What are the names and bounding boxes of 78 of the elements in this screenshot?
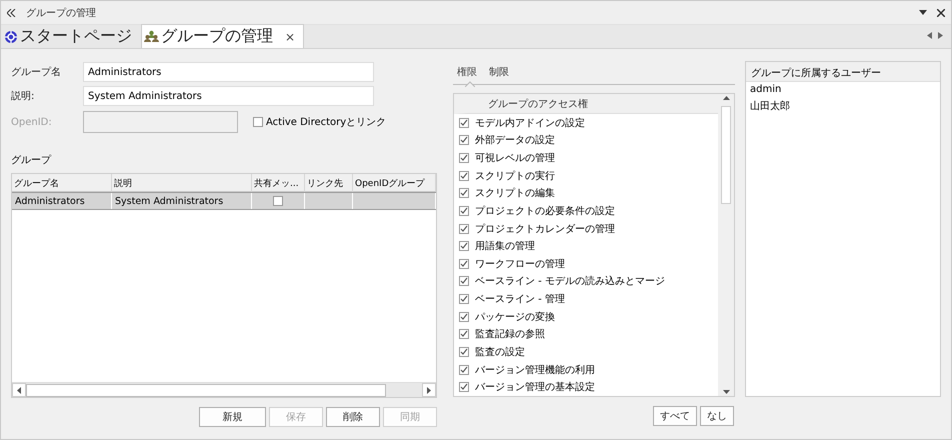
- checkbox[interactable]: [459, 312, 469, 322]
- checkbox[interactable]: [459, 206, 469, 216]
- permission-label: ワークフローの管理: [475, 258, 565, 271]
- action-button[interactable]: 新規: [199, 407, 266, 427]
- column-header[interactable]: グループ名: [12, 174, 112, 192]
- permission-label: 監査の設定: [475, 346, 525, 359]
- scroll-up-icon[interactable]: [722, 96, 730, 100]
- scroll-right-icon[interactable]: [422, 383, 436, 397]
- permission-label: スクリプトの編集: [475, 186, 555, 200]
- close-icon[interactable]: [937, 8, 945, 16]
- close-tab-icon[interactable]: ×: [285, 30, 296, 44]
- checkbox[interactable]: [459, 118, 469, 128]
- checkbox[interactable]: [459, 276, 469, 286]
- permission-label: ベースライン - モデルの読み込みとマージ: [475, 274, 665, 288]
- checkbox[interactable]: [459, 346, 469, 357]
- scroll-right-icon[interactable]: [938, 32, 943, 39]
- checkbox[interactable]: [459, 135, 469, 146]
- permission-label: プロジェクトカレンダーの管理: [475, 222, 615, 236]
- scrollbar-thumb[interactable]: [26, 384, 386, 396]
- action-button[interactable]: なし: [700, 406, 734, 426]
- tab-label: スタートページ: [20, 26, 132, 47]
- tab[interactable]: 制限: [489, 63, 509, 85]
- tab[interactable]: 権限: [457, 63, 477, 85]
- field-label: グループ名: [11, 66, 62, 79]
- permission-label: 可視レベルの管理: [475, 152, 555, 166]
- action-button[interactable]: すべて: [653, 406, 697, 426]
- permission-label: パッケージの変換: [475, 310, 555, 324]
- column-header[interactable]: OpenIDグループ: [353, 174, 436, 192]
- permission-label: バージョン管理機能の利用: [475, 364, 595, 377]
- column-header[interactable]: リンク先: [305, 174, 353, 192]
- document-tab[interactable]: グループの管理 ×: [141, 24, 304, 48]
- checkbox[interactable]: [273, 196, 283, 206]
- scrollbar-thumb[interactable]: [721, 106, 731, 204]
- dropdown-icon[interactable]: [919, 10, 927, 16]
- permission-label: スクリプトの実行: [475, 170, 555, 183]
- table-cell: Administrators: [12, 193, 112, 209]
- permission-label: 監査記録の参照: [475, 328, 545, 342]
- scroll-left-icon[interactable]: [927, 32, 932, 39]
- collapse-icon[interactable]: [7, 8, 16, 16]
- checkbox[interactable]: [459, 258, 469, 269]
- field-label: 説明:: [11, 90, 36, 103]
- permission-label: モデル内アドインの設定: [475, 116, 585, 130]
- member-item[interactable]: 山田太郎: [746, 97, 940, 115]
- permission-label: ベースライン - 管理: [475, 293, 565, 306]
- checkbox[interactable]: [459, 188, 469, 198]
- section-label: グループ: [11, 154, 52, 167]
- permission-label: プロジェクトの必要条件の設定: [475, 204, 615, 218]
- description-field[interactable]: System Administrators: [83, 86, 374, 106]
- checkbox[interactable]: [459, 241, 469, 252]
- permission-label: 用語集の管理: [475, 240, 535, 254]
- group-name-field[interactable]: Administrators: [83, 62, 374, 82]
- scroll-left-icon[interactable]: [12, 383, 26, 397]
- permission-label: 外部データの設定: [475, 134, 555, 148]
- checkbox-label: Active Directoryとリンク: [266, 116, 386, 129]
- checkbox[interactable]: [459, 170, 469, 181]
- document-tab[interactable]: スタートページ: [1, 24, 141, 48]
- table-row[interactable]: Administrators System Administrators: [12, 192, 436, 210]
- action-button[interactable]: 削除: [326, 407, 380, 427]
- permission-label: バージョン管理の基本設定: [475, 380, 595, 394]
- member-item[interactable]: admin: [746, 82, 940, 97]
- field-label: OpenID:: [11, 116, 53, 128]
- window-title: グループの管理: [26, 6, 97, 20]
- checkbox[interactable]: [459, 364, 469, 375]
- column-header: グループに所属するユーザー: [746, 62, 940, 82]
- checkbox[interactable]: [459, 224, 469, 234]
- checkbox[interactable]: [459, 382, 469, 392]
- column-header[interactable]: 説明: [112, 174, 252, 192]
- table-cell: System Administrators: [112, 193, 252, 209]
- start-page-icon: [4, 30, 18, 44]
- checkbox[interactable]: [459, 294, 469, 304]
- tab-label: グループの管理: [161, 26, 273, 47]
- checkbox[interactable]: [459, 329, 469, 340]
- checkbox[interactable]: [253, 117, 263, 127]
- column-header[interactable]: 共有メッ...: [252, 174, 305, 192]
- column-header: グループのアクセス権: [454, 94, 718, 114]
- people-icon: [144, 30, 159, 43]
- scroll-down-icon[interactable]: [722, 390, 730, 394]
- checkbox[interactable]: [459, 153, 469, 164]
